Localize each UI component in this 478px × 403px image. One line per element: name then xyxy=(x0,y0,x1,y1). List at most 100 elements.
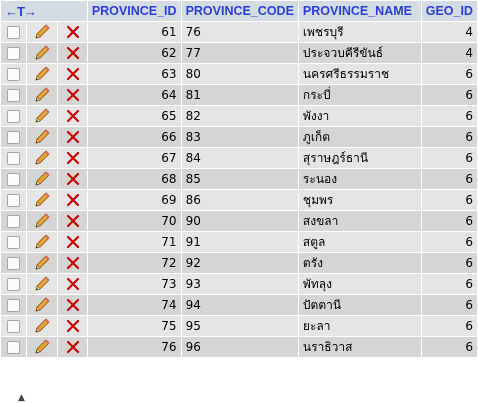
pencil-icon[interactable] xyxy=(33,276,51,291)
delete-x-icon[interactable] xyxy=(65,193,81,207)
pencil-icon[interactable] xyxy=(33,234,51,249)
row-checkbox[interactable] xyxy=(7,236,21,249)
pencil-icon[interactable] xyxy=(33,297,51,312)
pencil-icon[interactable] xyxy=(33,150,51,165)
pencil-icon[interactable] xyxy=(33,192,51,207)
table-row[interactable]: 64 81 กระบี่ 6 xyxy=(1,85,477,105)
pencil-icon[interactable] xyxy=(33,318,51,333)
column-header-province-name[interactable]: PROVINCE_NAME xyxy=(298,1,421,21)
delete-x-icon[interactable] xyxy=(65,151,81,165)
pencil-icon[interactable] xyxy=(33,213,51,228)
pencil-icon[interactable] xyxy=(33,45,51,60)
row-checkbox[interactable] xyxy=(7,131,21,144)
table-row[interactable]: 76 96 นราธิวาส 6 xyxy=(1,337,477,357)
row-checkbox[interactable] xyxy=(7,215,21,228)
delete-x-icon[interactable] xyxy=(65,214,81,228)
row-checkbox-cell xyxy=(1,211,27,231)
delete-x-icon[interactable] xyxy=(65,235,81,249)
row-checkbox[interactable] xyxy=(7,89,21,102)
row-checkbox[interactable] xyxy=(7,341,21,354)
delete-x-icon[interactable] xyxy=(65,172,81,186)
row-checkbox[interactable] xyxy=(7,299,21,312)
table-row[interactable]: 62 77 ประจวบคีรีขันธ์ 4 xyxy=(1,43,477,63)
pencil-icon[interactable] xyxy=(33,24,51,39)
cell-province-name: พัทลุง xyxy=(298,274,421,294)
row-checkbox[interactable] xyxy=(7,257,21,270)
table-row[interactable]: 63 80 นครศรีธรรมราช 6 xyxy=(1,64,477,84)
pencil-icon[interactable] xyxy=(33,66,51,81)
cell-geo-id: 6 xyxy=(421,211,477,231)
cell-province-id: 67 xyxy=(87,148,181,168)
row-checkbox-cell xyxy=(1,127,27,147)
pencil-icon[interactable] xyxy=(33,255,51,270)
table-row[interactable]: 67 84 สุราษฎร์ธานี 6 xyxy=(1,148,477,168)
row-checkbox[interactable] xyxy=(7,110,21,123)
row-checkbox[interactable] xyxy=(7,68,21,81)
cell-geo-id: 6 xyxy=(421,169,477,189)
delete-x-icon[interactable] xyxy=(65,88,81,102)
row-checkbox[interactable] xyxy=(7,194,21,207)
cell-province-name: ตรัง xyxy=(298,253,421,273)
cell-province-code: 93 xyxy=(181,274,298,294)
row-checkbox[interactable] xyxy=(7,152,21,165)
cell-province-id: 66 xyxy=(87,127,181,147)
pencil-icon[interactable] xyxy=(33,129,51,144)
edit-cell xyxy=(27,127,58,147)
row-checkbox-cell xyxy=(1,43,27,63)
delete-cell xyxy=(58,295,87,315)
row-checkbox[interactable] xyxy=(7,26,21,39)
delete-x-icon[interactable] xyxy=(65,277,81,291)
delete-x-icon[interactable] xyxy=(65,130,81,144)
cell-province-id: 69 xyxy=(87,190,181,210)
table-row[interactable]: 75 95 ยะลา 6 xyxy=(1,316,477,336)
row-checkbox[interactable] xyxy=(7,173,21,186)
resize-arrows-icon[interactable]: ←T→ xyxy=(5,4,37,19)
row-checkbox[interactable] xyxy=(7,47,21,60)
cell-geo-id: 6 xyxy=(421,337,477,357)
table-row[interactable]: 69 86 ชุมพร 6 xyxy=(1,190,477,210)
table-row[interactable]: 68 85 ระนอง 6 xyxy=(1,169,477,189)
table-row[interactable]: 74 94 ปัตตานี 6 xyxy=(1,295,477,315)
table-row[interactable]: 70 90 สงขลา 6 xyxy=(1,211,477,231)
pencil-icon[interactable] xyxy=(33,87,51,102)
table-row[interactable]: 73 93 พัทลุง 6 xyxy=(1,274,477,294)
column-controls-header[interactable]: ←T→ xyxy=(1,1,87,21)
delete-x-icon[interactable] xyxy=(65,340,81,354)
pencil-icon[interactable] xyxy=(33,339,51,354)
cell-province-code: 94 xyxy=(181,295,298,315)
cell-province-id: 73 xyxy=(87,274,181,294)
cell-geo-id: 4 xyxy=(421,22,477,42)
delete-x-icon[interactable] xyxy=(65,46,81,60)
cell-province-name: สตูล xyxy=(298,232,421,252)
cell-province-name: นครศรีธรรมราช xyxy=(298,64,421,84)
table-row[interactable]: 61 76 เพชรบุรี 4 xyxy=(1,22,477,42)
delete-x-icon[interactable] xyxy=(65,319,81,333)
cell-province-code: 95 xyxy=(181,316,298,336)
edit-cell xyxy=(27,253,58,273)
table-row[interactable]: 66 83 ภูเก็ต 6 xyxy=(1,127,477,147)
table-row[interactable]: 72 92 ตรัง 6 xyxy=(1,253,477,273)
edit-cell xyxy=(27,106,58,126)
delete-cell xyxy=(58,127,87,147)
table-row[interactable]: 65 82 พังงา 6 xyxy=(1,106,477,126)
row-checkbox[interactable] xyxy=(7,320,21,333)
pencil-icon[interactable] xyxy=(33,108,51,123)
delete-x-icon[interactable] xyxy=(65,298,81,312)
row-checkbox-cell xyxy=(1,169,27,189)
cell-province-name: สงขลา xyxy=(298,211,421,231)
column-header-province-id[interactable]: PROVINCE_ID xyxy=(87,1,181,21)
row-checkbox-cell xyxy=(1,85,27,105)
edit-cell xyxy=(27,64,58,84)
pencil-icon[interactable] xyxy=(33,171,51,186)
delete-x-icon[interactable] xyxy=(65,109,81,123)
row-checkbox[interactable] xyxy=(7,278,21,291)
edit-cell xyxy=(27,43,58,63)
table-row[interactable]: 71 91 สตูล 6 xyxy=(1,232,477,252)
cell-province-name: สุราษฎร์ธานี xyxy=(298,148,421,168)
delete-x-icon[interactable] xyxy=(65,25,81,39)
delete-x-icon[interactable] xyxy=(65,256,81,270)
delete-cell xyxy=(58,274,87,294)
column-header-province-code[interactable]: PROVINCE_CODE xyxy=(181,1,298,21)
column-header-geo-id[interactable]: GEO_ID xyxy=(421,1,477,21)
delete-x-icon[interactable] xyxy=(65,67,81,81)
